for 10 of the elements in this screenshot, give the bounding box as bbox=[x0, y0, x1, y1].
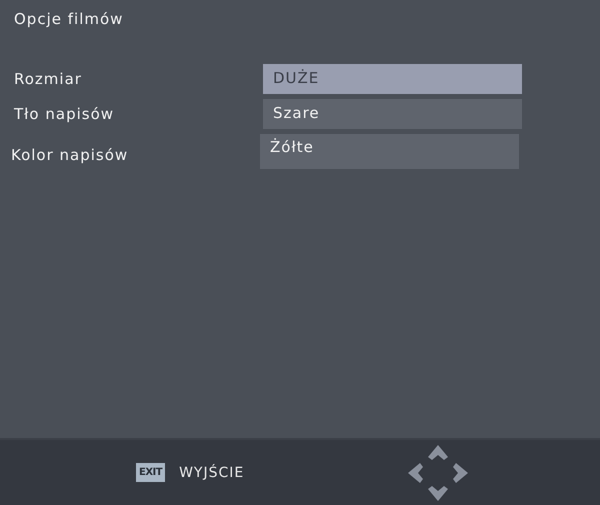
exit-label: WYJŚCIE bbox=[179, 464, 244, 480]
option-value[interactable]: Szare bbox=[263, 99, 522, 129]
dpad-icon bbox=[406, 442, 470, 502]
option-label: Rozmiar bbox=[13, 69, 83, 88]
option-label: Kolor napisów bbox=[10, 145, 130, 164]
exit-key: EXIT bbox=[136, 463, 166, 482]
option-label: Tło napisów bbox=[13, 104, 116, 123]
menu-title: Opcje filmów bbox=[13, 10, 124, 28]
option-value[interactable]: DUŻE bbox=[263, 64, 522, 94]
option-value[interactable]: Żółte bbox=[260, 134, 519, 169]
